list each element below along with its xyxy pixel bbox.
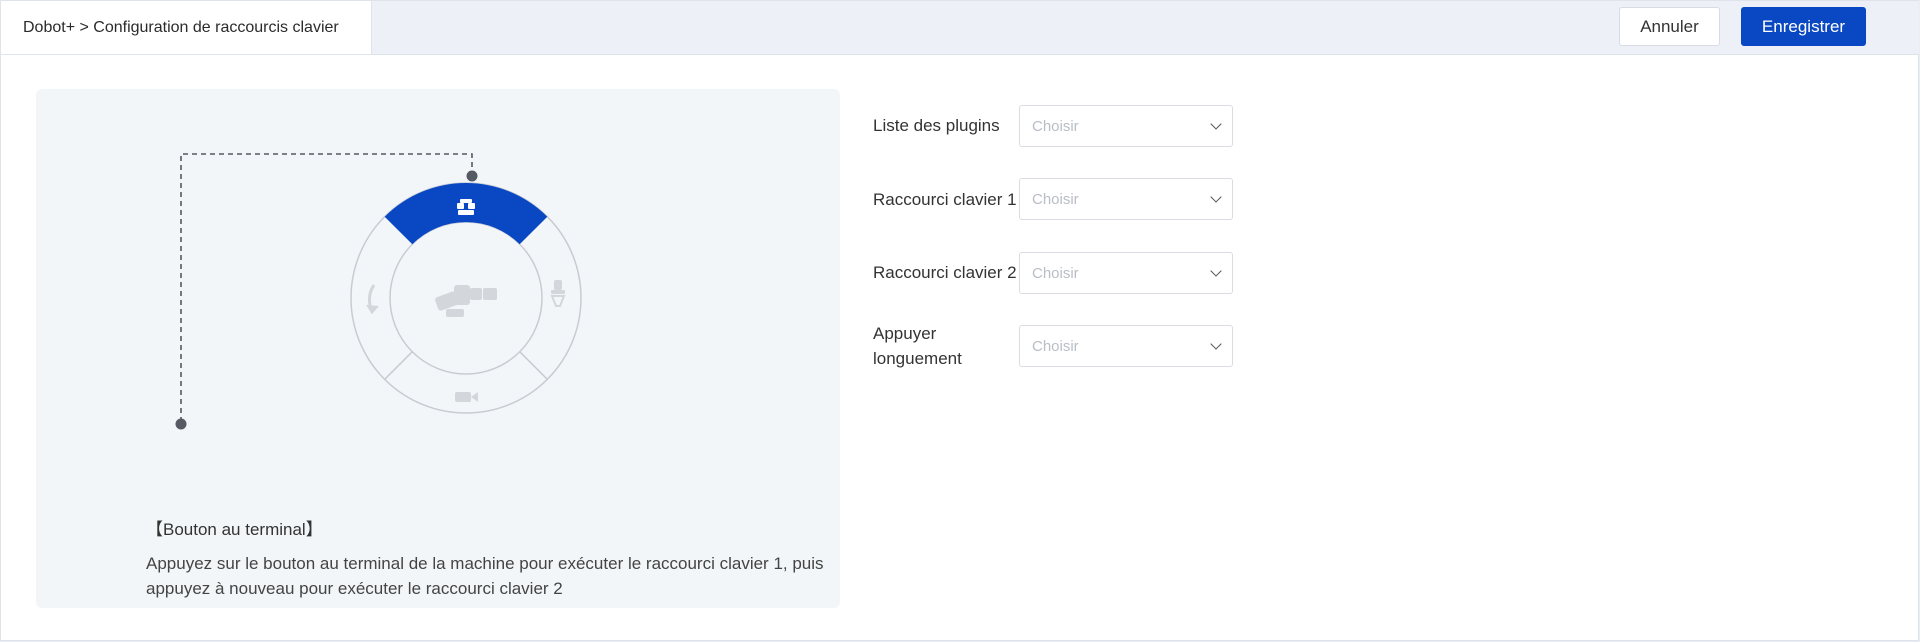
rotate-icon (366, 284, 379, 315)
shortcut-2-select[interactable]: Choisir (1019, 252, 1233, 294)
chevron-down-icon (1210, 191, 1222, 203)
long-press-select[interactable]: Choisir (1019, 325, 1233, 367)
chevron-down-icon (1210, 265, 1222, 277)
shortcut-1-label: Raccourci clavier 1 (873, 190, 1017, 209)
camera-icon (455, 392, 478, 402)
caption-title: 【Bouton au terminal】 (146, 520, 323, 539)
gripper-icon (550, 280, 566, 307)
connector-dot-bottom (175, 418, 187, 430)
save-button[interactable]: Enregistrer (1741, 7, 1866, 46)
plugins-label: Liste des plugins (873, 116, 1000, 135)
button-dial (350, 182, 582, 414)
shortcut-2-select-placeholder: Choisir (1032, 264, 1079, 282)
header-bar: Dobot+ > Configuration de raccourcis cla… (1, 1, 1919, 55)
breadcrumb: Dobot+ > Configuration de raccourcis cla… (1, 1, 372, 54)
breadcrumb-text: Dobot+ > Configuration de raccourcis cla… (23, 18, 339, 36)
cancel-button[interactable]: Annuler (1619, 7, 1720, 46)
chevron-down-icon (1210, 118, 1222, 130)
shortcut-1-select-placeholder: Choisir (1032, 190, 1079, 208)
plugins-select-placeholder: Choisir (1032, 117, 1079, 135)
app-window: Dobot+ > Configuration de raccourcis cla… (0, 0, 1919, 641)
robot-arm-icon (435, 285, 497, 317)
connector-dot-top (466, 170, 478, 182)
plugins-select[interactable]: Choisir (1019, 105, 1233, 147)
chevron-down-icon (1210, 338, 1222, 350)
long-press-select-placeholder: Choisir (1032, 337, 1079, 355)
illustration-panel: 【Bouton au terminal】 Appuyez sur le bout… (36, 89, 840, 608)
caption-description: Appuyez sur le bouton au terminal de la … (146, 554, 824, 598)
shortcut-1-select[interactable]: Choisir (1019, 178, 1233, 220)
long-press-label: Appuyer longuement (873, 324, 962, 368)
shortcut-2-label: Raccourci clavier 2 (873, 263, 1017, 282)
